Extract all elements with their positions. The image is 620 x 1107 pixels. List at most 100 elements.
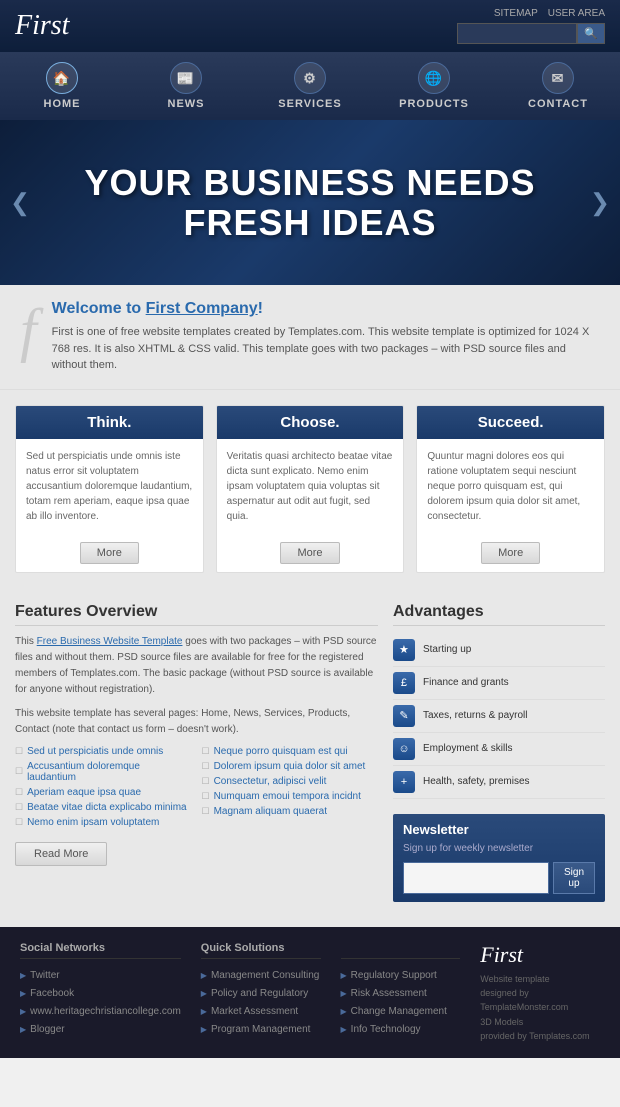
sol-link-3[interactable]: Market Assessment bbox=[211, 1006, 298, 1017]
main-content: Features Overview This Free Business Web… bbox=[0, 588, 620, 927]
nav-news-label: NEWS bbox=[168, 98, 205, 110]
feature-link-1[interactable]: Sed ut perspiciatis unde omnis bbox=[15, 746, 192, 757]
col-choose-more: More bbox=[217, 534, 404, 572]
main-nav: 🏠 HOME 📰 NEWS ⚙ SERVICES 🌐 PRODUCTS ✉ CO… bbox=[0, 52, 620, 120]
col-choose-header: Choose. bbox=[217, 406, 404, 439]
adv-label-2: Finance and grants bbox=[423, 677, 509, 688]
sol2-link-3[interactable]: Change Management bbox=[351, 1006, 447, 1017]
advantages-section: Advantages ★ Starting up £ Finance and g… bbox=[393, 603, 605, 799]
welcome-letter: f bbox=[20, 300, 37, 360]
col-succeed-more-btn[interactable]: More bbox=[481, 542, 540, 564]
footer-solutions2-title bbox=[341, 942, 461, 959]
newsletter-email-input[interactable] bbox=[403, 862, 549, 894]
nav-contact[interactable]: ✉ CONTACT bbox=[496, 52, 620, 120]
welcome-heading-prefix: Welcome to bbox=[52, 300, 146, 317]
adv-label-3: Taxes, returns & payroll bbox=[423, 710, 528, 721]
sitemap-link[interactable]: SITEMAP bbox=[494, 8, 538, 19]
footer-solutions-title: Quick Solutions bbox=[201, 942, 321, 959]
col-think-body: Sed ut perspiciatis unde omnis iste natu… bbox=[16, 439, 203, 534]
col-succeed: Succeed. Quuntur magni dolores eos qui r… bbox=[416, 405, 605, 573]
list-item: Risk Assessment bbox=[341, 985, 461, 999]
list-item: Management Consulting bbox=[201, 967, 321, 981]
search-bar: 🔍 bbox=[457, 23, 605, 44]
feature-link-9[interactable]: Numquam emoui tempora incidnt bbox=[202, 791, 379, 802]
feature-link-4[interactable]: Beatae vitae dicta explicabo minima bbox=[15, 802, 192, 813]
feature-link-8[interactable]: Consectetur, adipisci velit bbox=[202, 776, 379, 787]
welcome-heading: Welcome to First Company! bbox=[52, 300, 600, 318]
sol-link-4[interactable]: Program Management bbox=[211, 1024, 311, 1035]
right-content: Advantages ★ Starting up £ Finance and g… bbox=[393, 603, 605, 912]
feature-link-5[interactable]: Nemo enim ipsam voluptatem bbox=[15, 817, 192, 828]
footer-social-list: Twitter Facebook www.heritagechristianco… bbox=[20, 967, 181, 1035]
feature-links-left: Sed ut perspiciatis unde omnis Accusanti… bbox=[15, 746, 192, 832]
free-template-link[interactable]: Free Business Website Template bbox=[37, 636, 183, 647]
adv-icon-5: + bbox=[393, 771, 415, 793]
footer: Social Networks Twitter Facebook www.her… bbox=[0, 927, 620, 1059]
footer-solutions2-list: Regulatory Support Risk Assessment Chang… bbox=[341, 967, 461, 1035]
hero-prev-arrow[interactable]: ❮ bbox=[10, 188, 30, 217]
list-item: Twitter bbox=[20, 967, 181, 981]
facebook-link[interactable]: Facebook bbox=[30, 988, 74, 999]
search-button[interactable]: 🔍 bbox=[577, 23, 605, 44]
welcome-section: f Welcome to First Company! First is one… bbox=[0, 285, 620, 390]
footer-logo: First bbox=[480, 942, 600, 968]
feature-link-2[interactable]: Accusantium doloremque laudantium bbox=[15, 761, 192, 783]
three-columns: Think. Sed ut perspiciatis unde omnis is… bbox=[0, 390, 620, 588]
adv-item-2: £ Finance and grants bbox=[393, 667, 605, 700]
sol-link-1[interactable]: Management Consulting bbox=[211, 970, 319, 981]
hero-section: ❮ YOUR BUSINESS NEEDS FRESH IDEAS ❯ bbox=[0, 120, 620, 285]
feature-link-3[interactable]: Aperiam eaque ipsa quae bbox=[15, 787, 192, 798]
nav-home[interactable]: 🏠 HOME bbox=[0, 52, 124, 120]
col-choose-more-btn[interactable]: More bbox=[280, 542, 339, 564]
list-item: Program Management bbox=[201, 1021, 321, 1035]
col-think-more-btn[interactable]: More bbox=[80, 542, 139, 564]
twitter-link[interactable]: Twitter bbox=[30, 970, 59, 981]
sol2-link-4[interactable]: Info Technology bbox=[351, 1024, 421, 1035]
nav-services[interactable]: ⚙ SERVICES bbox=[248, 52, 372, 120]
features-title: Features Overview bbox=[15, 603, 378, 626]
user-area-link[interactable]: USER AREA bbox=[548, 8, 605, 19]
header-right: SITEMAP USER AREA 🔍 bbox=[457, 8, 605, 44]
feature-link-6[interactable]: Neque porro quisquam est qui bbox=[202, 746, 379, 757]
newsletter-section: Newsletter Sign up for weekly newsletter… bbox=[393, 814, 605, 902]
list-item: Aperiam eaque ipsa quae bbox=[15, 787, 192, 798]
nav-products[interactable]: 🌐 PRODUCTS bbox=[372, 52, 496, 120]
adv-item-4: ☺ Employment & skills bbox=[393, 733, 605, 766]
blogger-link[interactable]: Blogger bbox=[30, 1024, 64, 1035]
search-input[interactable] bbox=[457, 23, 577, 44]
adv-icon-4: ☺ bbox=[393, 738, 415, 760]
sol-link-2[interactable]: Policy and Regulatory bbox=[211, 988, 308, 999]
adv-label-5: Health, safety, premises bbox=[423, 776, 530, 787]
read-more-button[interactable]: Read More bbox=[15, 842, 107, 866]
footer-provided-by: provided by Templates.com bbox=[480, 1029, 600, 1043]
welcome-company-link[interactable]: First Company bbox=[146, 300, 258, 317]
home-icon: 🏠 bbox=[46, 62, 78, 94]
services-icon: ⚙ bbox=[294, 62, 326, 94]
adv-label-4: Employment & skills bbox=[423, 743, 512, 754]
list-item: Info Technology bbox=[341, 1021, 461, 1035]
feature-link-10[interactable]: Magnam aliquam quaerat bbox=[202, 806, 379, 817]
list-item: Neque porro quisquam est qui bbox=[202, 746, 379, 757]
footer-social: Social Networks Twitter Facebook www.her… bbox=[20, 942, 181, 1044]
welcome-heading-suffix: ! bbox=[258, 300, 263, 317]
list-item: Accusantium doloremque laudantium bbox=[15, 761, 192, 783]
nav-services-label: SERVICES bbox=[278, 98, 341, 110]
newsletter-signup-button[interactable]: Sign up bbox=[553, 862, 595, 894]
feature-link-7[interactable]: Dolorem ipsum quia dolor sit amet bbox=[202, 761, 379, 772]
news-icon: 📰 bbox=[170, 62, 202, 94]
list-item: Nemo enim ipsam voluptatem bbox=[15, 817, 192, 828]
college-link[interactable]: www.heritagechristiancollege.com bbox=[30, 1006, 181, 1017]
col-succeed-more: More bbox=[417, 534, 604, 572]
logo[interactable]: First bbox=[15, 10, 69, 42]
nav-home-label: HOME bbox=[44, 98, 81, 110]
adv-item-1: ★ Starting up bbox=[393, 634, 605, 667]
sol2-link-1[interactable]: Regulatory Support bbox=[351, 970, 437, 981]
advantages-title: Advantages bbox=[393, 603, 605, 626]
features-para2: This website template has several pages:… bbox=[15, 706, 378, 738]
sol2-link-2[interactable]: Risk Assessment bbox=[351, 988, 427, 999]
welcome-body: First is one of free website templates c… bbox=[52, 324, 600, 374]
list-item: www.heritagechristiancollege.com bbox=[20, 1003, 181, 1017]
nav-news[interactable]: 📰 NEWS bbox=[124, 52, 248, 120]
adv-item-5: + Health, safety, premises bbox=[393, 766, 605, 799]
hero-next-arrow[interactable]: ❯ bbox=[590, 188, 610, 217]
